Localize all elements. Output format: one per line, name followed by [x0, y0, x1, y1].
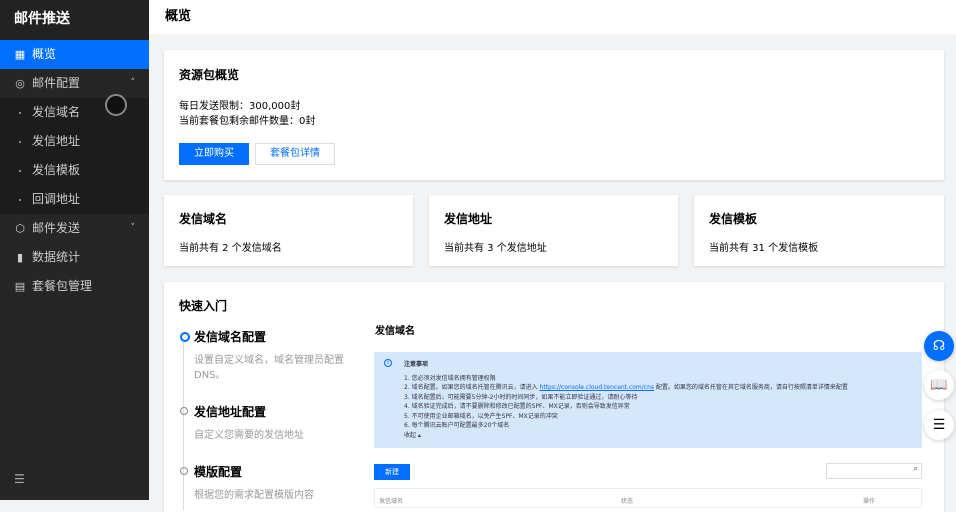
- step-title: 发信地址配置: [180, 403, 350, 420]
- card-title: 发信模板: [709, 212, 758, 226]
- resource-title: 资源包概览: [179, 68, 240, 82]
- page-title: 概览: [149, 0, 956, 34]
- chart-icon: ▮: [16, 251, 24, 264]
- sidebar-item-stats[interactable]: ▮ 数据统计: [0, 243, 149, 272]
- column-domain: 发信域名: [379, 498, 404, 505]
- panel-title: 发信域名: [375, 326, 415, 337]
- step-desc: 设置自定义域名，域名管理员配置DNS。: [194, 355, 344, 381]
- notice-text: 配置。如果您的域名托管在其它域名服务商，请自行按照清单详情来配置: [654, 384, 848, 391]
- package-details-button[interactable]: 套餐包详情: [255, 143, 335, 165]
- column-status: 状态: [621, 498, 634, 505]
- label: 数据统计: [32, 250, 81, 264]
- label: 邮件发送: [32, 221, 81, 235]
- collapse-label: 收起: [404, 431, 417, 439]
- sidebar-item-send[interactable]: ⬡ 邮件发送 ˅: [0, 214, 149, 243]
- notice-text: 2. 域名配置。如果您的域名托管在腾讯云，请进入: [404, 384, 540, 391]
- remaining-count: 当前套餐包剩余邮件数量：0封: [179, 116, 316, 127]
- step-address[interactable]: 发信地址配置自定义您需要的发信地址: [180, 403, 350, 443]
- cursor-indicator: [105, 94, 127, 116]
- card-title: 发信域名: [179, 212, 228, 226]
- label: 邮件配置: [32, 76, 81, 90]
- daily-limit: 每日发送限制：300,000封: [179, 101, 301, 112]
- collapse-sidebar-icon[interactable]: ☰: [14, 472, 25, 486]
- sidebar: 邮件推送 ▦ 概览 ◎ 邮件配置 ˄ 发信域名 发信地址 发信模板 回调地址 ⬡ 邮件发…: [0, 0, 149, 500]
- step-desc: 根据您的需求配置模版内容: [194, 490, 314, 501]
- card-title: 发信地址: [444, 212, 493, 226]
- notice-item: 1. 您必须对发信域名拥有管理权限: [404, 374, 496, 382]
- card-text: 当前共有 2 个发信域名: [179, 243, 282, 254]
- support-headset-icon[interactable]: ☊: [924, 331, 954, 361]
- sidebar-item-callback[interactable]: 回调地址: [0, 185, 149, 214]
- new-domain-button[interactable]: 新建: [374, 464, 410, 480]
- config-icon: ◎: [15, 77, 25, 90]
- chevron-down-icon: ˅: [130, 223, 136, 233]
- search-icon[interactable]: ⌕: [913, 464, 918, 474]
- collapse-link[interactable]: 收起 ▴: [404, 431, 912, 441]
- column-actions: 操作: [863, 498, 876, 505]
- sidebar-item-template[interactable]: 发信模板: [0, 156, 149, 185]
- menu-list-icon[interactable]: ☰: [924, 410, 954, 440]
- search-input[interactable]: ⌕: [826, 463, 922, 479]
- step-template[interactable]: 模版配置根据您的需求配置模版内容: [180, 463, 350, 503]
- notice-item: 2. 域名配置。如果您的域名托管在腾讯云，请进入 https://console…: [404, 383, 912, 393]
- resource-card: 资源包概览 每日发送限制：300,000封 当前套餐包剩余邮件数量：0封 立即购…: [164, 50, 944, 180]
- notice-item: 4. 域名验证完成后，请不要删除和修改已配置的SPF、MX记录，否则会导致发信异…: [404, 403, 630, 410]
- step-title: 发信域名配置: [180, 328, 350, 345]
- template-summary-card[interactable]: 发信模板当前共有 31 个发信模板: [694, 195, 944, 266]
- notice-box: i 注意事项 1. 您必须对发信域名拥有管理权限 2. 域名配置。如果您的域名托…: [374, 352, 922, 448]
- info-icon: i: [384, 359, 392, 367]
- address-summary-card[interactable]: 发信地址当前共有 3 个发信地址: [429, 195, 678, 266]
- card-text: 当前共有 31 个发信模板: [709, 243, 819, 254]
- notice-title: 注意事项: [404, 361, 429, 368]
- chevron-up-icon: ˄: [130, 78, 136, 88]
- quick-start-card: 快速入门 发信域名配置设置自定义域名，域名管理员配置DNS。 发信地址配置自定义…: [164, 282, 944, 512]
- sidebar-item-package[interactable]: ▤ 套餐包管理: [0, 272, 149, 301]
- buy-button[interactable]: 立即购买: [179, 143, 249, 165]
- app-title: 邮件推送: [0, 0, 149, 40]
- sidebar-item-mail-config[interactable]: ◎ 邮件配置 ˄: [0, 69, 149, 98]
- label: 套餐包管理: [32, 279, 93, 293]
- cns-link[interactable]: https://console.cloud.tencent.com/cns: [540, 384, 654, 391]
- card-text: 当前共有 3 个发信地址: [444, 243, 547, 254]
- step-title: 模版配置: [180, 463, 350, 480]
- notice-item: 5. 不可使用企业邮箱域名，以免产生SPF、MX记录的冲突: [404, 412, 558, 420]
- domain-summary-card[interactable]: 发信域名当前共有 2 个发信域名: [164, 195, 413, 266]
- docs-book-icon[interactable]: 📖: [924, 370, 954, 400]
- quick-start-title: 快速入门: [179, 299, 228, 313]
- sidebar-item-overview[interactable]: ▦ 概览: [0, 40, 149, 69]
- table-header: 发信域名 状态 操作: [374, 488, 922, 508]
- label: 概览: [32, 47, 57, 61]
- step-desc: 自定义您需要的发信地址: [194, 430, 304, 441]
- send-icon: ⬡: [15, 222, 25, 235]
- notice-item: 6. 每个腾讯云账户可配置最多20个域名: [404, 422, 510, 429]
- grid-icon: ▦: [14, 48, 26, 61]
- notice-item: 3. 域名配置后，可能需要5分钟-2小时的时间同步，如果不能立即验证通过，请耐心…: [404, 393, 638, 401]
- step-domain[interactable]: 发信域名配置设置自定义域名，域名管理员配置DNS。: [180, 328, 350, 383]
- sidebar-item-address[interactable]: 发信地址: [0, 127, 149, 156]
- package-icon: ▤: [14, 280, 26, 293]
